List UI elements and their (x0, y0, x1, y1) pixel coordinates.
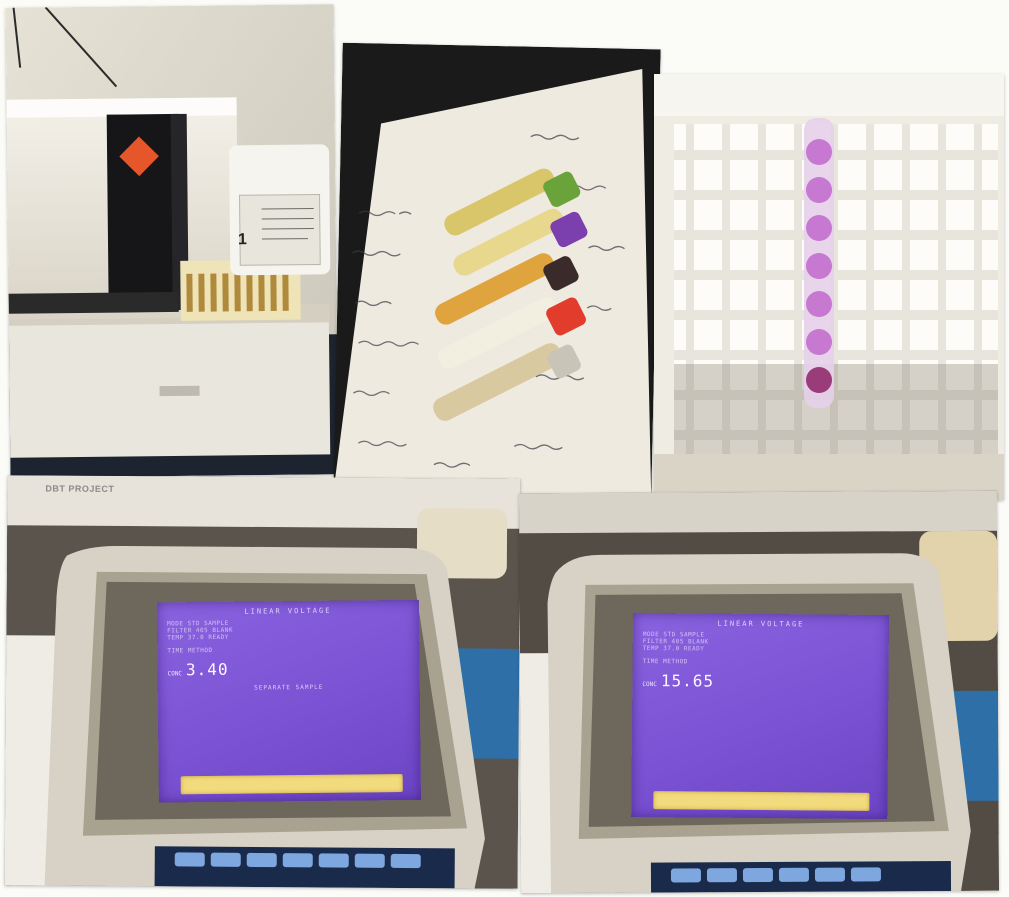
softkey-bar[interactable] (653, 791, 870, 811)
photo-display-left: DBT PROJECT LINEAR VOLTAGE MODE STD SAMP… (4, 475, 521, 889)
lcd-screen-right: LINEAR VOLTAGE MODE STD SAMPLE FILTER 40… (631, 612, 890, 820)
blood-tubes-image (333, 42, 661, 500)
screen-title: LINEAR VOLTAGE (717, 619, 805, 629)
rack-image (654, 74, 1004, 500)
screen-row: TEMP 37.0 READY (167, 633, 229, 642)
photo-blood-tubes (333, 42, 661, 500)
bottle-number-label: 1 (237, 231, 248, 249)
photo-display-right: LINEAR VOLTAGE MODE STD SAMPLE FILTER 40… (518, 490, 1000, 894)
screen-title: LINEAR VOLTAGE (244, 606, 332, 616)
photo-analyzer: 1 (5, 4, 339, 478)
screen-row: TEMP 37.0 READY (642, 644, 705, 653)
separate-sample-label: SEPARATE SAMPLE (254, 683, 324, 692)
conc-label: CONC (642, 680, 657, 689)
photo-microplate-rack (654, 74, 1004, 500)
project-sticker: DBT PROJECT (45, 483, 115, 494)
screen-method-line: TIME METHOD (167, 646, 213, 655)
conc-label: CONC (167, 670, 183, 678)
conc-value: 15.65 (660, 671, 715, 691)
screen-method-line: TIME METHOD (642, 657, 688, 666)
lcd-screen-left: LINEAR VOLTAGE MODE STD SAMPLE FILTER 40… (156, 599, 421, 803)
conc-value: 3.40 (185, 659, 229, 680)
softkey-bar[interactable] (180, 773, 403, 795)
analyzer-image (5, 4, 339, 478)
